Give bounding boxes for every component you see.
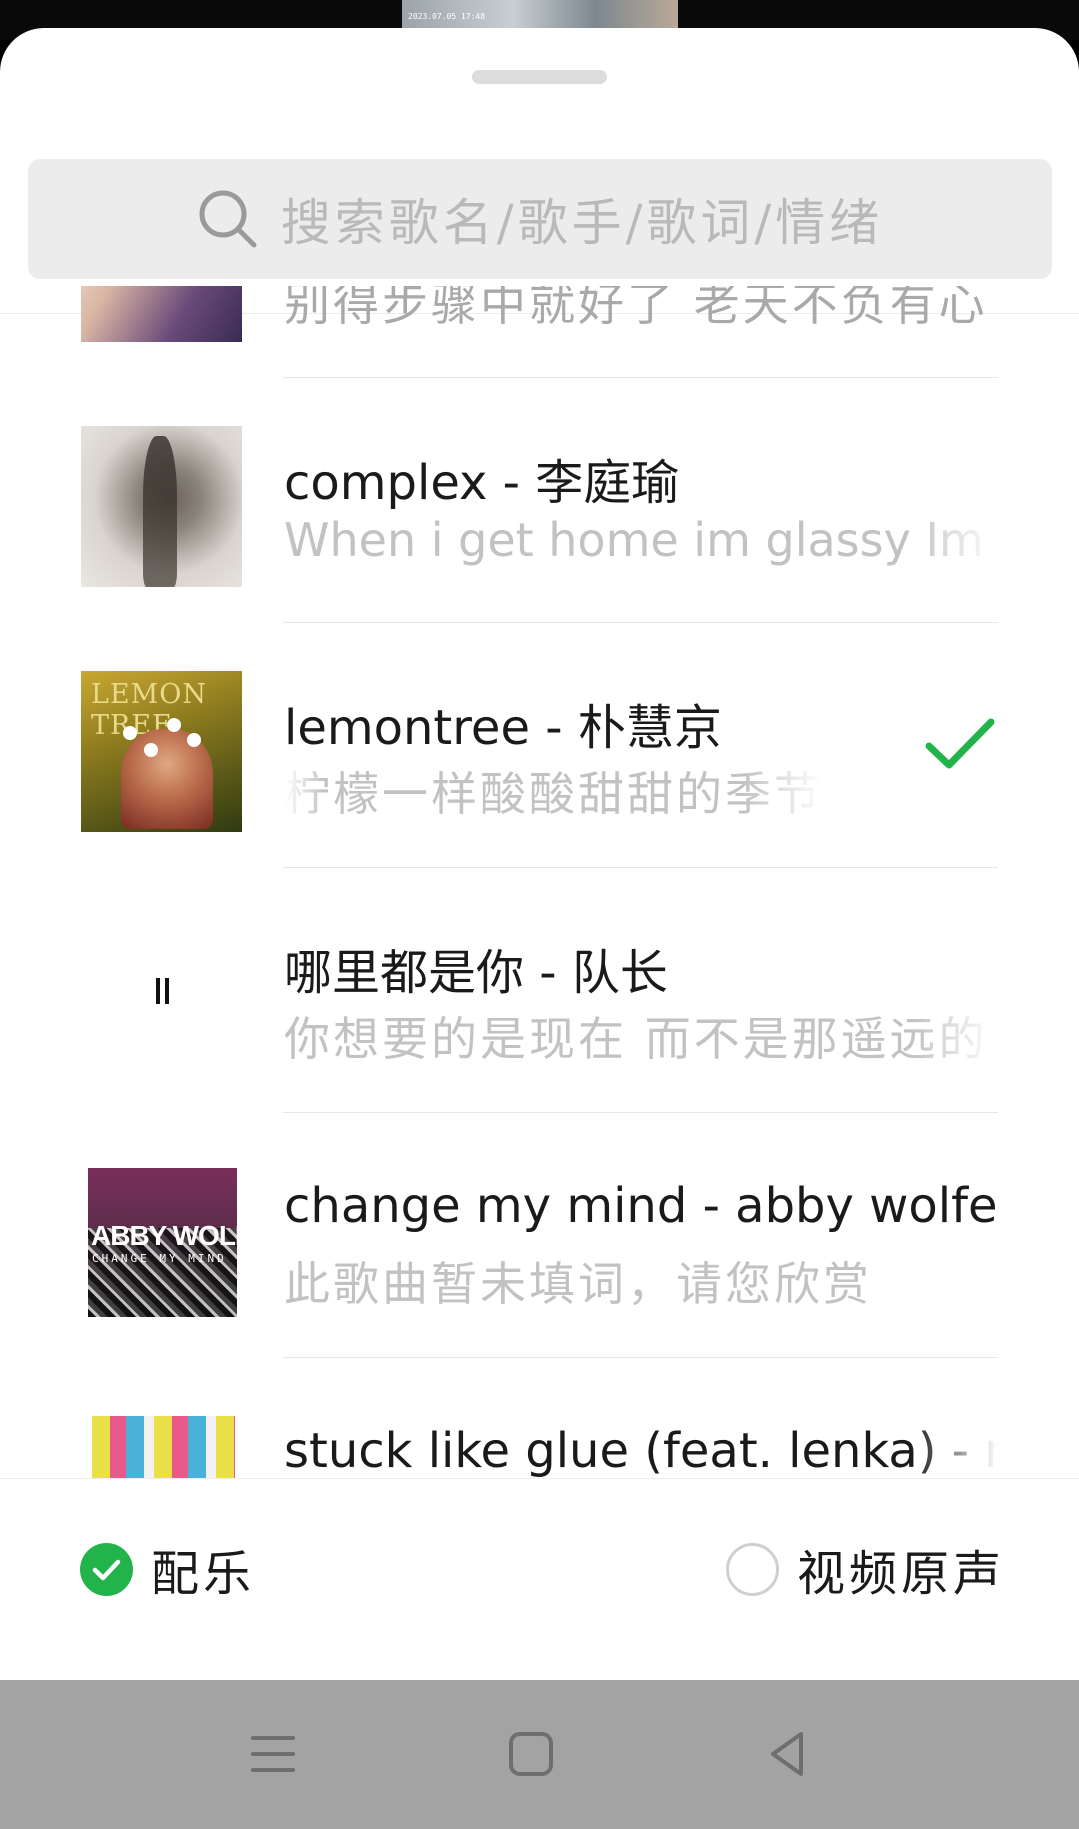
search-placeholder: 搜索歌名/歌手/歌词/情绪 [280, 194, 884, 252]
song-list[interactable]: 别得步骤中就好了 老天不负有心 complex - 李庭瑜 When i get… [0, 286, 1079, 1478]
album-cover: ABBY WOLFE CHANGE MY MIND [88, 1168, 237, 1317]
song-title: lemontree - 朴慧京 [284, 700, 722, 756]
song-row[interactable]: stuck like glue (feat. lenka) - nick [0, 1358, 1079, 1478]
song-row[interactable]: complex - 李庭瑜 When i get home im glassy … [0, 378, 1079, 623]
song-row[interactable]: ABBY WOLFE CHANGE MY MIND change my mind… [0, 1113, 1079, 1358]
song-lyric-preview: When i get home im glassy Im in [284, 513, 998, 567]
album-cover: LEMON TREE [81, 671, 242, 832]
drag-handle[interactable] [472, 70, 607, 84]
song-lyric-preview: 你想要的是现在 而不是那遥远的 [284, 1012, 988, 1066]
song-row[interactable]: 别得步骤中就好了 老天不负有心 [0, 286, 1079, 378]
option-original-sound[interactable]: 视频原声 [726, 1539, 1005, 1602]
song-title: 哪里都是你 - 队长 [284, 945, 668, 1001]
song-title: stuck like glue (feat. lenka) - nick [284, 1423, 998, 1478]
song-lyric-preview: 此歌曲暂未填词，请您欣赏 [284, 1257, 872, 1311]
audio-options-bar: 配乐 视频原声 [0, 1478, 1079, 1680]
song-lyric-preview: 别得步骤中就好了 老天不负有心 [284, 286, 988, 331]
option-music-label: 配乐 [151, 1546, 256, 1602]
album-cover [92, 1416, 235, 1478]
back-triangle-icon[interactable] [759, 1724, 819, 1784]
video-thumbnail: 2023.07.05 17:48 [402, 0, 678, 30]
search-bar[interactable]: 搜索歌名/歌手/歌词/情绪 [28, 159, 1052, 279]
option-music[interactable]: 配乐 [80, 1539, 255, 1602]
home-square-icon[interactable] [501, 1724, 561, 1784]
radio-checked-icon[interactable] [80, 1542, 133, 1596]
song-row-playing[interactable]: 哪里都是你 - 队长 你想要的是现在 而不是那遥远的 [0, 868, 1079, 1113]
cover-subtext: CHANGE MY MIND [92, 1252, 227, 1265]
radio-unchecked-icon[interactable] [726, 1542, 779, 1596]
song-title: complex - 李庭瑜 [284, 455, 680, 511]
song-title: change my mind - abby wolfe [284, 1178, 998, 1234]
search-icon [199, 190, 257, 248]
song-row-selected[interactable]: LEMON TREE lemontree - 朴慧京 柠檬一样酸酸甜甜的季节 [0, 623, 1079, 868]
cover-text: ABBY WOLFE [91, 1220, 237, 1251]
pause-icon[interactable] [156, 978, 170, 1004]
option-original-label: 视频原声 [797, 1546, 1006, 1602]
system-navigation-bar [0, 1680, 1079, 1829]
song-lyric-preview: 柠檬一样酸酸甜甜的季节 [284, 767, 823, 821]
checkmark-icon [925, 718, 995, 769]
album-cover [81, 426, 242, 587]
menu-icon[interactable] [243, 1724, 303, 1784]
album-cover [81, 286, 242, 342]
thumbnail-timestamp: 2023.07.05 17:48 [408, 12, 486, 21]
